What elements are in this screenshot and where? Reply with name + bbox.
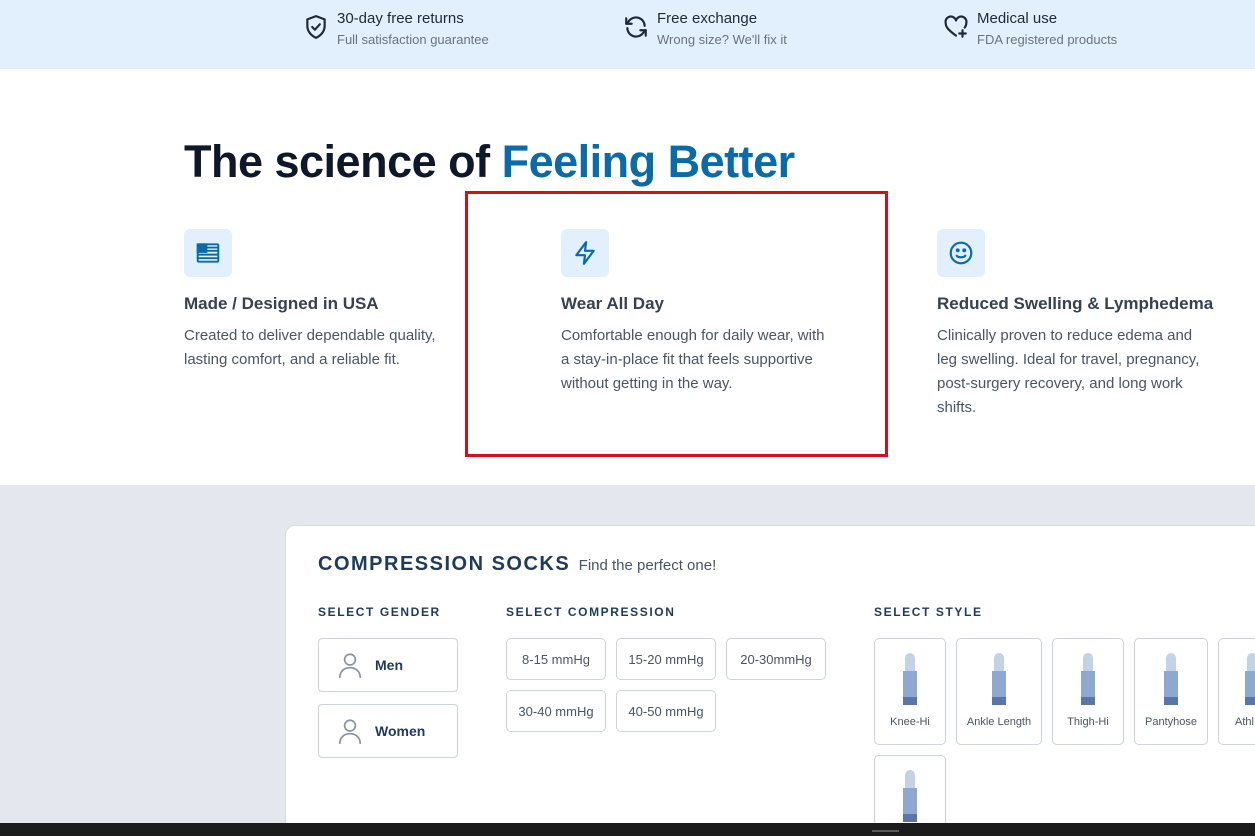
gender-button-men[interactable]: Men <box>318 638 458 692</box>
style-label: SELECT STYLE <box>874 605 983 619</box>
sock-icon <box>1081 653 1095 705</box>
user-icon <box>338 653 362 678</box>
feature-title: Reduced Swelling & Lymphedema <box>937 294 1214 313</box>
heart-plus-icon <box>943 14 971 42</box>
benefit-title: 30-day free returns <box>337 10 464 27</box>
gender-label-text: Women <box>375 723 426 739</box>
flag-icon <box>184 229 232 277</box>
benefit-title: Medical use <box>977 10 1058 27</box>
style-button-pantyhose[interactable]: Pantyhose <box>1134 638 1208 745</box>
scroll-handle[interactable] <box>872 830 899 832</box>
benefit-subtitle: Wrong size? We'll fix it <box>657 32 787 47</box>
benefits-bar: 30-day free returns Full satisfaction gu… <box>0 0 1255 69</box>
style-button-thigh-hi[interactable]: Thigh-Hi <box>1052 638 1124 745</box>
user-icon <box>338 719 362 744</box>
feature-description: Created to deliver dependable quality, l… <box>184 327 436 368</box>
page-title-prefix: The science of <box>184 136 490 187</box>
style-caption: Ankle Length <box>966 716 1032 728</box>
feature-reduced-swelling: Reduced Swelling & Lymphedema Clinically… <box>937 229 1214 420</box>
style-caption: Pantyhose <box>1145 716 1197 728</box>
style-caption: Thigh-Hi <box>1067 716 1109 728</box>
sock-icon <box>992 653 1006 705</box>
bottom-bar <box>0 823 1255 836</box>
compression-label: SELECT COMPRESSION <box>506 605 676 619</box>
style-button-knee-hi[interactable]: Knee-Hi <box>874 638 946 745</box>
feature-description: Clinically proven to reduce edema and le… <box>937 327 1200 416</box>
sock-icon <box>1164 653 1178 705</box>
benefit-exchange: Free exchange Wrong size? We'll fix it <box>623 9 787 51</box>
style-button-ankle-length[interactable]: Ankle Length <box>956 638 1042 745</box>
sock-icon <box>903 653 917 705</box>
compression-button[interactable]: 15-20 mmHg <box>616 638 716 680</box>
page-title-accent: Feeling Better <box>501 136 796 187</box>
benefit-title: Free exchange <box>657 10 758 27</box>
compression-button[interactable]: 20-30mmHg <box>726 638 826 680</box>
sock-icon <box>903 770 917 822</box>
compression-button[interactable]: 8-15 mmHg <box>506 638 606 680</box>
sock-icon <box>1245 653 1255 705</box>
shield-check-icon <box>303 14 331 42</box>
refresh-icon <box>623 14 651 42</box>
benefit-returns: 30-day free returns Full satisfaction gu… <box>303 9 489 51</box>
page-title: The science of Feeling Better <box>184 136 795 188</box>
gender-label-text: Men <box>375 657 403 673</box>
style-caption: Knee-Hi <box>890 716 930 728</box>
feature-title: Made / Designed in USA <box>184 294 379 313</box>
feature-made-in-usa: Made / Designed in USA Created to delive… <box>184 229 454 372</box>
benefit-subtitle: FDA registered products <box>977 32 1118 47</box>
benefit-medical: Medical use FDA registered products <box>943 9 1117 51</box>
gender-label: SELECT GENDER <box>318 605 441 619</box>
compression-button[interactable]: 40-50 mmHg <box>616 690 716 732</box>
finder-title: COMPRESSION SOCKS Find the perfect one! <box>318 553 716 576</box>
smile-icon <box>937 229 985 277</box>
benefit-subtitle: Full satisfaction guarantee <box>337 32 489 47</box>
finder-subheading: Find the perfect one! <box>578 557 717 574</box>
style-button-athletic[interactable]: Athl <box>1218 638 1255 745</box>
style-caption: Athl <box>1235 716 1254 728</box>
compression-button[interactable]: 30-40 mmHg <box>506 690 606 732</box>
finder-heading: COMPRESSION SOCKS <box>318 553 571 575</box>
highlight-box <box>465 191 888 457</box>
gender-button-women[interactable]: Women <box>318 704 458 758</box>
